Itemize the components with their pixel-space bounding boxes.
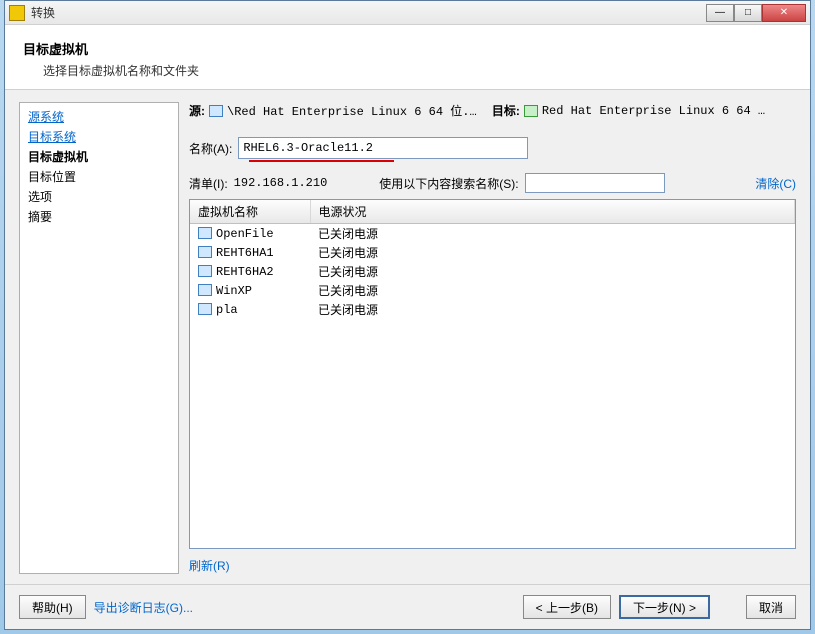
step-options: 选项 [28,187,170,207]
table-row[interactable]: pla 已关闭电源 [190,300,795,319]
name-label: 名称(A): [189,140,232,157]
col-power-state[interactable]: 电源状况 [310,200,795,224]
vm-table: 虚拟机名称 电源状况 OpenFile 已关闭电源 REHT6HA1 已关闭电源 [190,200,795,319]
power-state: 已关闭电源 [310,262,795,281]
target-label: 目标: [492,102,520,119]
vm-icon [209,105,223,117]
wizard-body: 源系统 目标系统 目标虚拟机 目标位置 选项 摘要 源: \Red Hat En… [5,90,810,584]
window-controls: — □ ✕ [706,4,806,22]
name-row: 名称(A): [189,137,796,159]
power-state: 已关闭电源 [310,281,795,300]
search-input[interactable] [525,173,665,193]
step-summary: 摘要 [28,207,170,227]
step-target-system[interactable]: 目标系统 [28,127,170,147]
dialog-window: 转换 — □ ✕ 目标虚拟机 选择目标虚拟机名称和文件夹 源系统 目标系统 目标… [4,0,811,630]
inventory-value: 192.168.1.210 [234,176,328,190]
col-vm-name[interactable]: 虚拟机名称 [190,200,310,224]
help-button[interactable]: 帮助(H) [19,595,86,619]
inventory-label: 清单(I): [189,175,228,192]
minimize-button[interactable]: — [706,4,734,22]
power-state: 已关闭电源 [310,243,795,262]
table-row[interactable]: OpenFile 已关闭电源 [190,224,795,244]
cancel-button[interactable]: 取消 [746,595,796,619]
search-label: 使用以下内容搜索名称(S): [379,175,518,192]
close-button[interactable]: ✕ [762,4,806,22]
step-target-vm: 目标虚拟机 [28,147,170,167]
titlebar: 转换 — □ ✕ [5,1,810,25]
vm-icon [198,227,212,239]
vm-icon [198,265,212,277]
target-text: Red Hat Enterprise Linux 6 64 … [542,104,765,118]
source-label: 源: [189,102,205,119]
next-button[interactable]: 下一步(N) > [619,595,710,619]
vm-name-input[interactable] [238,137,528,159]
step-target-location: 目标位置 [28,167,170,187]
inventory-row: 清单(I): 192.168.1.210 使用以下内容搜索名称(S): 清除(C… [189,173,796,193]
export-diagnostics-link[interactable]: 导出诊断日志(G)... [94,599,193,616]
vm-table-wrap: 虚拟机名称 电源状况 OpenFile 已关闭电源 REHT6HA1 已关闭电源 [189,199,796,549]
vm-name: OpenFile [216,227,274,241]
source-target-bar: 源: \Red Hat Enterprise Linux 6 64 位.… 目标… [189,102,796,119]
vm-name: pla [216,303,238,317]
power-state: 已关闭电源 [310,224,795,244]
table-row[interactable]: REHT6HA2 已关闭电源 [190,262,795,281]
page-subtitle: 选择目标虚拟机名称和文件夹 [23,62,792,79]
app-icon [9,5,25,21]
step-source-system[interactable]: 源系统 [28,107,170,127]
maximize-button[interactable]: □ [734,4,762,22]
vm-icon [198,284,212,296]
vm-icon [198,246,212,258]
source-text: \Red Hat Enterprise Linux 6 64 位.… [227,102,477,119]
wizard-footer: 帮助(H) 导出诊断日志(G)... < 上一步(B) 下一步(N) > 取消 [5,584,810,629]
refresh-link[interactable]: 刷新(R) [189,557,796,574]
power-state: 已关闭电源 [310,300,795,319]
table-row[interactable]: REHT6HA1 已关闭电源 [190,243,795,262]
page-title: 目标虚拟机 [23,39,792,58]
main-panel: 源: \Red Hat Enterprise Linux 6 64 位.… 目标… [189,102,796,574]
vm-icon [524,105,538,117]
vm-name: REHT6HA1 [216,246,274,260]
back-button[interactable]: < 上一步(B) [523,595,611,619]
clear-link[interactable]: 清除(C) [755,175,796,192]
vm-name: WinXP [216,284,252,298]
highlight-underline [249,160,394,162]
window-title: 转换 [31,4,706,21]
vm-name: REHT6HA2 [216,265,274,279]
vm-icon [198,303,212,315]
table-row[interactable]: WinXP 已关闭电源 [190,281,795,300]
wizard-steps: 源系统 目标系统 目标虚拟机 目标位置 选项 摘要 [19,102,179,574]
wizard-header: 目标虚拟机 选择目标虚拟机名称和文件夹 [5,25,810,90]
